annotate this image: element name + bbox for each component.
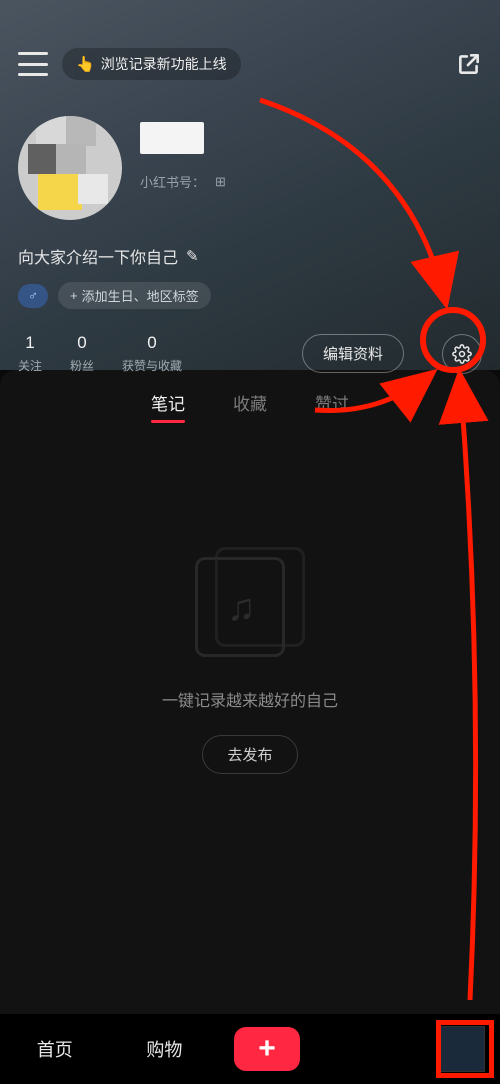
uid-label: 小红书号： xyxy=(140,172,205,191)
edit-pencil-icon: ✎ xyxy=(186,247,199,265)
bio-row[interactable]: 向大家介绍一下你自己 ✎ xyxy=(18,244,482,268)
stat-label: 粉丝 xyxy=(70,357,94,374)
bottom-nav: 首页 购物 + xyxy=(0,1014,500,1084)
tab-liked[interactable]: 赞过 xyxy=(315,390,349,423)
user-row: 小红书号： ⊞ xyxy=(18,116,482,220)
edit-profile-button[interactable]: 编辑资料 xyxy=(302,334,404,373)
user-info: 小红书号： ⊞ xyxy=(140,116,226,191)
stat-followers[interactable]: 0 粉丝 xyxy=(70,333,94,374)
bio-text: 向大家介绍一下你自己 xyxy=(18,244,178,268)
tags-row: ♂ + 添加生日、地区标签 xyxy=(18,282,482,309)
point-emoji-icon: 👆 xyxy=(76,55,95,73)
empty-state: ♫ 一键记录越来越好的自己 去发布 xyxy=(0,547,500,774)
tab-notes[interactable]: 笔记 xyxy=(151,390,185,423)
stat-num: 0 xyxy=(122,333,182,353)
uid-row[interactable]: 小红书号： ⊞ xyxy=(140,172,226,191)
stat-num: 0 xyxy=(70,333,94,353)
empty-music-icon: ♫ xyxy=(195,547,305,657)
plus-icon: + xyxy=(70,288,78,303)
top-bar: 👆 浏览记录新功能上线 xyxy=(18,0,482,80)
stat-likes[interactable]: 0 获赞与收藏 xyxy=(122,333,182,374)
nav-shop[interactable]: 购物 xyxy=(124,1036,204,1062)
gender-chip[interactable]: ♂ xyxy=(18,284,48,308)
add-tag-label: 添加生日、地区标签 xyxy=(82,286,199,305)
stat-label: 关注 xyxy=(18,357,42,374)
nav-home[interactable]: 首页 xyxy=(15,1036,95,1062)
qr-icon: ⊞ xyxy=(215,174,226,190)
stat-num: 1 xyxy=(18,333,42,353)
empty-text: 一键记录越来越好的自己 xyxy=(162,687,338,711)
add-tag-chip[interactable]: + 添加生日、地区标签 xyxy=(58,282,211,309)
feature-chip-label: 浏览记录新功能上线 xyxy=(101,54,227,74)
share-icon[interactable] xyxy=(456,51,482,77)
tabs: 笔记 收藏 赞过 xyxy=(0,370,500,437)
content-section: 笔记 收藏 赞过 ♫ 一键记录越来越好的自己 去发布 xyxy=(0,370,500,1014)
nickname xyxy=(140,122,204,154)
tab-favorites[interactable]: 收藏 xyxy=(233,390,267,423)
settings-button[interactable] xyxy=(442,334,482,374)
nav-create-button[interactable]: + xyxy=(234,1027,300,1071)
browse-history-chip[interactable]: 👆 浏览记录新功能上线 xyxy=(62,48,241,80)
stat-following[interactable]: 1 关注 xyxy=(18,333,42,374)
stats-row: 1 关注 0 粉丝 0 获赞与收藏 编辑资料 xyxy=(18,333,482,374)
nav-profile-thumb[interactable] xyxy=(439,1026,485,1072)
avatar[interactable] xyxy=(18,116,122,220)
publish-button[interactable]: 去发布 xyxy=(202,735,297,774)
menu-icon[interactable] xyxy=(18,52,48,76)
stat-label: 获赞与收藏 xyxy=(122,357,182,374)
app-screen: 👆 浏览记录新功能上线 小红书号： ⊞ xyxy=(0,0,500,1084)
profile-header: 👆 浏览记录新功能上线 小红书号： ⊞ xyxy=(0,0,500,370)
